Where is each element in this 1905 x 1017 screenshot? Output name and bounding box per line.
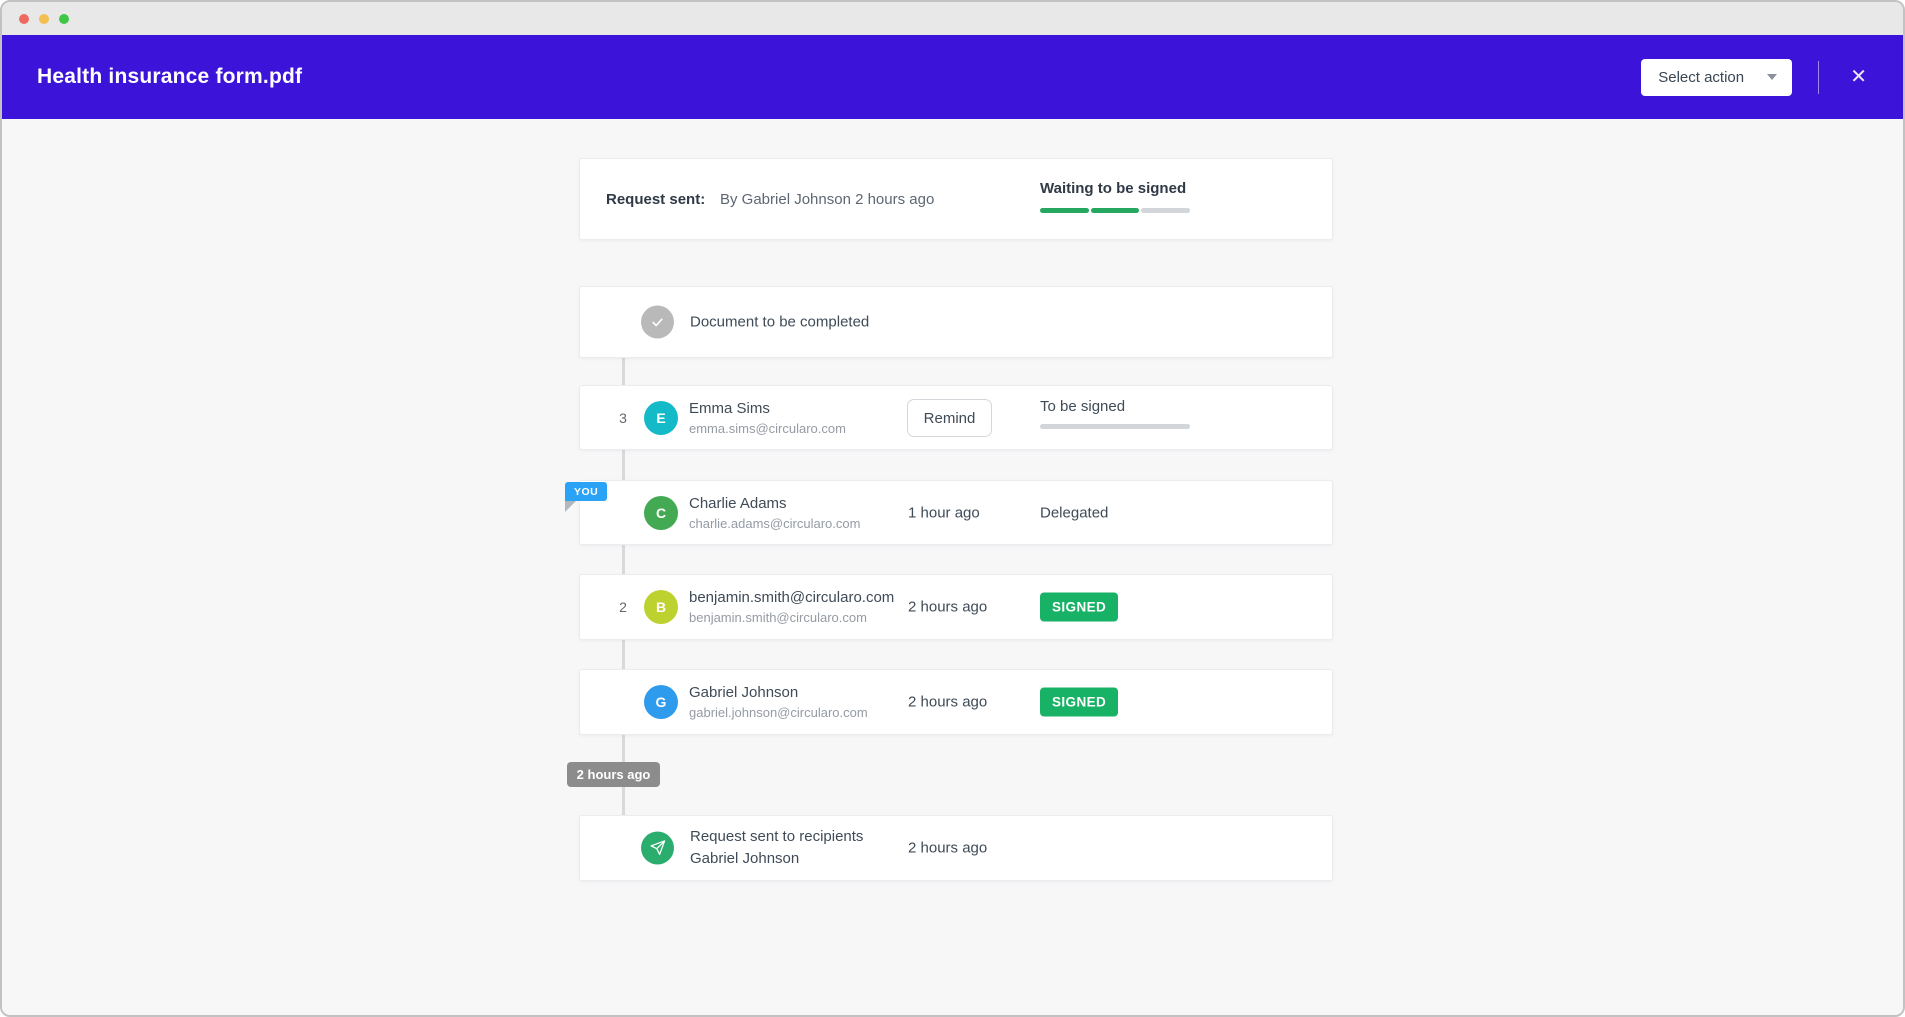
sent-event-title: Request sent to recipients — [690, 826, 863, 848]
recipient-identity: Gabriel Johnson gabriel.johnson@circular… — [689, 682, 868, 722]
recipient-email: charlie.adams@circularo.com — [689, 514, 860, 533]
close-window-icon[interactable] — [19, 14, 29, 24]
check-icon — [641, 306, 674, 339]
avatar: E — [644, 401, 678, 435]
request-sent-byline: By Gabriel Johnson 2 hours ago — [720, 191, 934, 208]
document-title: Health insurance form.pdf — [37, 65, 302, 89]
request-progress — [1040, 208, 1190, 213]
document-step-label: Document to be completed — [690, 314, 869, 331]
recipient-identity: benjamin.smith@circularo.com benjamin.sm… — [689, 587, 894, 627]
select-action-button[interactable]: Select action — [1641, 59, 1792, 96]
recipient-timestamp: 2 hours ago — [908, 694, 987, 711]
signed-status-badge: SIGNED — [1040, 688, 1118, 717]
recipient-email: benjamin.smith@circularo.com — [689, 608, 894, 627]
recipient-status-label: Delegated — [1040, 504, 1108, 521]
close-icon[interactable]: ✕ — [1844, 63, 1873, 91]
recipient-row-charlie: C Charlie Adams charlie.adams@circularo.… — [579, 480, 1333, 545]
sent-event-subtitle: Gabriel Johnson — [690, 848, 863, 870]
chevron-down-icon — [1767, 74, 1777, 80]
minimize-window-icon[interactable] — [39, 14, 49, 24]
request-sent-label: Request sent: — [606, 191, 705, 208]
recipient-email: emma.sims@circularo.com — [689, 419, 846, 438]
recipient-name: Emma Sims — [689, 398, 846, 419]
document-step-card: Document to be completed — [579, 286, 1333, 358]
avatar: B — [644, 590, 678, 624]
recipient-row-gabriel: G Gabriel Johnson gabriel.johnson@circul… — [579, 669, 1333, 735]
sent-event-card: Request sent to recipients Gabriel Johns… — [579, 815, 1333, 881]
avatar: C — [644, 496, 678, 530]
app-window: Health insurance form.pdf Select action … — [0, 0, 1905, 1017]
you-badge-tail — [565, 501, 576, 512]
recipient-email: gabriel.johnson@circularo.com — [689, 703, 868, 722]
recipient-status-label: To be signed — [1040, 398, 1125, 415]
overall-status-label: Waiting to be signed — [1040, 180, 1186, 197]
recipient-name: Gabriel Johnson — [689, 682, 868, 703]
zoom-window-icon[interactable] — [59, 14, 69, 24]
signed-status-badge: SIGNED — [1040, 593, 1118, 622]
progress-segment — [1091, 208, 1140, 213]
select-action-label: Select action — [1658, 69, 1744, 86]
recipient-progress-bar — [1040, 424, 1190, 429]
recipient-name: Charlie Adams — [689, 493, 860, 514]
progress-segment — [1141, 208, 1190, 213]
signing-order-number: 2 — [608, 599, 638, 615]
document-header: Health insurance form.pdf Select action … — [2, 35, 1903, 119]
you-badge: YOU — [565, 482, 607, 501]
recipient-identity: Emma Sims emma.sims@circularo.com — [689, 398, 846, 438]
sent-event-text: Request sent to recipients Gabriel Johns… — [690, 826, 863, 870]
macos-titlebar — [2, 2, 1903, 35]
paper-plane-icon — [641, 832, 674, 865]
recipient-timestamp: 1 hour ago — [908, 504, 980, 521]
header-actions: Select action ✕ — [1641, 59, 1873, 96]
recipient-timestamp: 2 hours ago — [908, 599, 987, 616]
recipient-row-emma: 3 E Emma Sims emma.sims@circularo.com Re… — [579, 385, 1333, 450]
signing-timeline: Request sent: By Gabriel Johnson 2 hours… — [2, 119, 1903, 1017]
header-divider — [1818, 61, 1819, 94]
remind-button[interactable]: Remind — [907, 399, 992, 437]
recipient-identity: Charlie Adams charlie.adams@circularo.co… — [689, 493, 860, 533]
recipient-name: benjamin.smith@circularo.com — [689, 587, 894, 608]
request-summary-card: Request sent: By Gabriel Johnson 2 hours… — [579, 158, 1333, 240]
progress-segment — [1040, 208, 1089, 213]
recipient-row-benjamin: 2 B benjamin.smith@circularo.com benjami… — [579, 574, 1333, 640]
sent-event-timestamp: 2 hours ago — [908, 840, 987, 857]
signing-order-number: 3 — [608, 410, 638, 426]
time-separator-badge: 2 hours ago — [567, 762, 660, 787]
avatar: G — [644, 685, 678, 719]
